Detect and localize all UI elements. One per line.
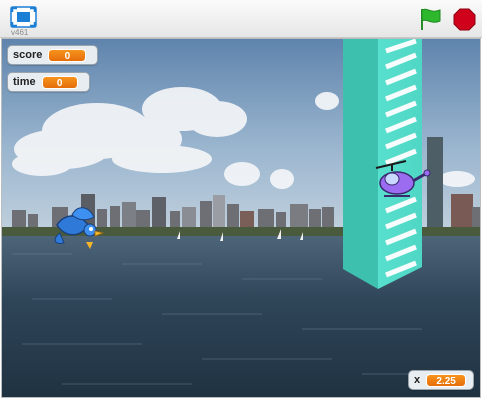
- time-label: time: [13, 76, 36, 88]
- time-value: 0: [41, 75, 78, 89]
- player-toolbar: v461: [0, 0, 482, 38]
- stage[interactable]: score 0 time 0 x 2.25: [1, 38, 481, 398]
- fullscreen-icon[interactable]: [10, 6, 37, 28]
- x-value: 2.25: [426, 373, 467, 387]
- score-monitor[interactable]: score 0: [7, 45, 98, 65]
- x-monitor[interactable]: x 2.25: [408, 370, 474, 390]
- green-flag-icon[interactable]: [419, 7, 443, 31]
- time-monitor[interactable]: time 0: [7, 72, 90, 92]
- score-value: 0: [48, 48, 87, 62]
- scratch-player: v461 score 0 time 0 x 2.25: [0, 0, 482, 400]
- tower-sprite[interactable]: [343, 39, 422, 289]
- stage-backdrop: [2, 39, 480, 397]
- version-label: v461: [11, 28, 29, 37]
- score-label: score: [13, 49, 43, 61]
- stop-sign-icon[interactable]: [453, 8, 476, 31]
- x-label: x: [414, 374, 421, 386]
